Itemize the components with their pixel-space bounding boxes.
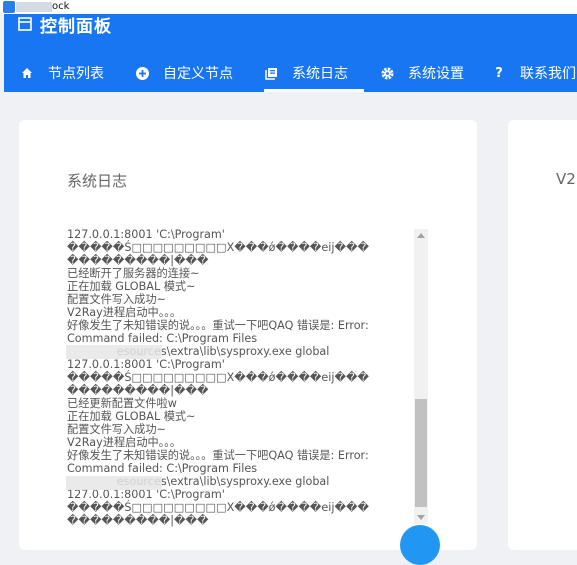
redacted-region (16, 2, 52, 12)
redacted-region (66, 476, 162, 490)
log-line: �����Ś□□□□□□□□□X���ǿ����eij��� (67, 241, 369, 254)
log-line: 配置文件写入成功~ (67, 423, 166, 436)
log-line: V2Ray进程启动中。。。 (67, 306, 182, 319)
log-line: 好像发生了未知错误的说。。。重试一下吧QAQ 错误是: Error: (67, 449, 369, 462)
log-line: 正在加载 GLOBAL 模式~ (67, 280, 196, 293)
log-line: �����Ś□□□□□□□□□X���ǿ����eij��� (67, 501, 369, 514)
tab-label: 系统设置 (408, 66, 464, 82)
log-line: 已经断开了服务器的连接~ (67, 267, 200, 280)
scroll-down-arrow-icon[interactable] (417, 515, 425, 520)
log-line: 127.0.0.1:8001 'C:\Program' (67, 228, 225, 241)
top-app-bar: 控制面板 节点列表 自定义节点 系统日志 系统设置 ? 联系我们 (4, 14, 577, 92)
tab-custom-node[interactable]: 自定义节点 (135, 58, 233, 88)
tab-contact-us[interactable]: ? 联系我们 (492, 58, 576, 88)
dashboard-icon (18, 17, 32, 31)
nav-tabs: 节点列表 自定义节点 系统日志 系统设置 ? 联系我们 (4, 58, 577, 92)
tab-label: 系统日志 (292, 66, 348, 82)
library-icon (264, 66, 278, 80)
brand: 控制面板 (18, 14, 112, 37)
log-scrollbar[interactable] (414, 229, 428, 524)
app-icon (3, 1, 15, 13)
log-line: ���������|��� (67, 254, 209, 267)
scrollbar-thumb[interactable] (415, 399, 427, 507)
tab-label: 节点列表 (48, 66, 104, 82)
tab-label: 自定义节点 (163, 66, 233, 82)
log-line: V2Ray进程启动中。。。 (67, 436, 182, 449)
log-line: Command failed: C:\Program Files (67, 332, 258, 345)
tab-node-list[interactable]: 节点列表 (20, 58, 104, 88)
tab-system-log[interactable]: 系统日志 (264, 58, 364, 92)
log-line: 好像发生了未知错误的说。。。重试一下吧QAQ 错误是: Error: (67, 319, 369, 332)
scroll-up-arrow-icon[interactable] (417, 233, 425, 238)
side-card: V2R (508, 120, 577, 550)
brand-title: 控制面板 (40, 16, 112, 37)
log-line: 127.0.0.1:8001 'C:\Program' (67, 358, 225, 371)
log-line: 已经更新配置文件啦w (67, 397, 177, 410)
help-icon: ? (495, 65, 503, 81)
log-line: 正在加载 GLOBAL 模式~ (67, 410, 196, 423)
gear-icon (380, 66, 394, 80)
log-line: ���������|��� (67, 384, 209, 397)
add-circle-icon (135, 66, 149, 80)
log-line: ���������|��� (67, 514, 209, 527)
log-line: 配置文件写入成功~ (67, 293, 166, 306)
tab-system-settings[interactable]: 系统设置 (380, 58, 464, 88)
side-card-title: V2R (556, 170, 577, 188)
log-line: �����Ś□□□□□□□□□X���ǿ����eij��� (67, 371, 369, 384)
redacted-region (66, 345, 162, 359)
tab-label: 联系我们 (520, 66, 576, 82)
floating-action-button[interactable] (400, 525, 440, 565)
card-title: 系统日志 (67, 172, 128, 190)
log-line: Command failed: C:\Program Files (67, 462, 258, 475)
home-icon (20, 66, 34, 80)
